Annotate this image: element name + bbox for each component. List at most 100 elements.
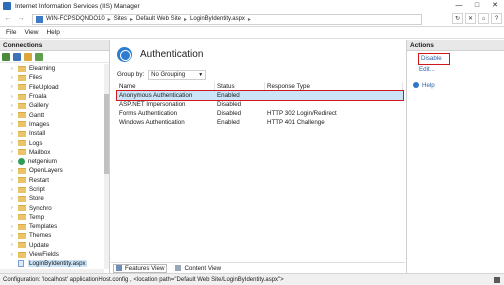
- chevron-right-icon: ▸: [247, 16, 251, 23]
- chevron-right-icon: ▸: [107, 16, 111, 23]
- folder-icon: [18, 65, 26, 72]
- feature-pane: Authentication Group by: No Grouping ▼ N…: [111, 40, 405, 273]
- tree-item[interactable]: › Gallery: [0, 101, 104, 110]
- minimize-button[interactable]: —: [450, 0, 468, 12]
- col-status[interactable]: Status: [215, 82, 265, 90]
- edit-action[interactable]: Edit...: [407, 64, 504, 74]
- chevron-right-icon[interactable]: ›: [11, 177, 16, 183]
- cell-status: Enabled: [217, 119, 240, 126]
- table-row[interactable]: Anonymous Authentication Enabled: [116, 90, 404, 101]
- chevron-right-icon[interactable]: ›: [11, 94, 16, 100]
- tree-item[interactable]: › Elearning: [0, 64, 104, 73]
- breadcrumb[interactable]: WIN-FCPSDQNDO10 ▸ Sites ▸ Default Web Si…: [32, 13, 422, 25]
- group-by-bar: Group by: No Grouping ▼: [111, 68, 405, 81]
- tree-item[interactable]: › Themes: [0, 231, 104, 240]
- tree-item-label: Images: [29, 120, 50, 128]
- address-tools: ↻ ✕ ⌂ ?: [450, 13, 502, 24]
- tree-item[interactable]: › FileUpload: [0, 83, 104, 92]
- tree-item[interactable]: › ViewFields: [0, 250, 104, 259]
- tree-item[interactable]: › Script: [0, 185, 104, 194]
- menu-help[interactable]: Help: [46, 29, 59, 36]
- close-button[interactable]: ✕: [486, 0, 504, 12]
- crumb-page[interactable]: LoginByIdentity.aspx: [190, 16, 245, 22]
- chevron-right-icon[interactable]: ›: [11, 252, 16, 258]
- menu-view[interactable]: View: [24, 29, 38, 36]
- tree-item[interactable]: › Install: [0, 129, 104, 138]
- tree-item[interactable]: › Images: [0, 120, 104, 129]
- connect-icon[interactable]: [2, 52, 10, 61]
- col-response-type[interactable]: Response Type: [265, 82, 403, 90]
- chevron-right-icon[interactable]: ›: [11, 159, 16, 165]
- tree-item[interactable]: › Froala: [0, 92, 104, 101]
- chevron-right-icon[interactable]: ›: [11, 187, 16, 193]
- table-row[interactable]: Forms Authentication Disabled HTTP 302 Log…: [117, 109, 403, 118]
- chevron-right-icon[interactable]: ›: [11, 168, 16, 174]
- table-row[interactable]: ASP.NET Impersonation Disabled: [117, 100, 403, 109]
- tree-item[interactable]: › netgenium: [0, 157, 104, 166]
- folder-icon: [18, 84, 26, 91]
- chevron-right-icon[interactable]: ›: [11, 242, 16, 248]
- tree-item-label: Restart: [29, 176, 49, 184]
- chevron-right-icon[interactable]: ›: [11, 112, 16, 118]
- folder-icon: [18, 223, 26, 230]
- forward-button[interactable]: →: [16, 14, 26, 24]
- chevron-right-icon[interactable]: ›: [11, 205, 16, 211]
- tree-item[interactable]: LoginByIdentity.aspx: [0, 259, 104, 268]
- chevron-right-icon[interactable]: ›: [11, 196, 16, 202]
- chevron-right-icon[interactable]: ›: [11, 75, 16, 81]
- up-icon[interactable]: [24, 52, 32, 61]
- tree-item[interactable]: › OpenLayers: [0, 166, 104, 175]
- chevron-right-icon[interactable]: ›: [11, 131, 16, 137]
- tree-item[interactable]: › Logs: [0, 138, 104, 147]
- tree-item[interactable]: › Restart: [0, 176, 104, 185]
- chevron-right-icon[interactable]: ›: [11, 214, 16, 220]
- window-controls: — □ ✕: [450, 0, 504, 12]
- chevron-right-icon[interactable]: ›: [11, 233, 16, 239]
- disable-action[interactable]: Disable: [418, 53, 450, 65]
- tree-item[interactable]: › Mailbox: [0, 148, 104, 157]
- help-icon[interactable]: ?: [491, 13, 502, 24]
- tree-item[interactable]: › Temp: [0, 213, 104, 222]
- folder-icon: [18, 74, 26, 81]
- back-button[interactable]: ←: [3, 14, 13, 24]
- tree-item[interactable]: › Gantt: [0, 110, 104, 119]
- stop-icon[interactable]: ✕: [465, 13, 476, 24]
- chevron-right-icon[interactable]: ›: [11, 84, 16, 90]
- folder-icon: [18, 186, 26, 193]
- tree-item[interactable]: › Templates: [0, 222, 104, 231]
- save-icon[interactable]: [13, 52, 21, 61]
- crumb-site[interactable]: Default Web Site: [136, 16, 181, 22]
- chevron-right-icon[interactable]: ›: [11, 121, 16, 127]
- tree-item[interactable]: › Files: [0, 73, 104, 82]
- chevron-right-icon[interactable]: ›: [11, 140, 16, 146]
- tree-item[interactable]: › Store: [0, 194, 104, 203]
- group-by-select[interactable]: No Grouping ▼: [148, 69, 207, 80]
- grid-header: Name Status Response Type: [117, 82, 403, 91]
- help-action[interactable]: Help: [407, 80, 504, 90]
- col-name[interactable]: Name: [117, 82, 215, 90]
- home-icon[interactable]: ⌂: [478, 13, 489, 24]
- maximize-button[interactable]: □: [468, 0, 486, 12]
- network-icon: [494, 277, 500, 283]
- chevron-right-icon[interactable]: ›: [11, 103, 16, 109]
- tree-item[interactable]: › Synchro: [0, 203, 104, 212]
- window-title: Internet Information Services (IIS) Mana…: [15, 2, 140, 10]
- tree-item[interactable]: › Update: [0, 241, 104, 250]
- chevron-right-icon[interactable]: ›: [11, 66, 16, 72]
- tab-features-view[interactable]: Features View: [113, 263, 168, 273]
- connect-server-icon[interactable]: [35, 52, 43, 61]
- menu-file[interactable]: File: [6, 29, 16, 36]
- scroll-thumb[interactable]: [104, 94, 109, 174]
- tab-content-view[interactable]: Content View: [173, 264, 223, 273]
- features-view-icon: [116, 265, 122, 271]
- chevron-down-icon: ▼: [198, 71, 204, 78]
- tree-item-label: Temp: [29, 213, 45, 221]
- chevron-right-icon[interactable]: ›: [11, 224, 16, 230]
- crumb-sites[interactable]: Sites: [114, 16, 127, 22]
- refresh-icon[interactable]: ↻: [452, 13, 463, 24]
- tree-item-label: Logs: [29, 139, 43, 147]
- crumb-server[interactable]: WIN-FCPSDQNDO10: [46, 16, 105, 22]
- tree-vertical-scrollbar[interactable]: [104, 64, 109, 269]
- table-row[interactable]: Windows Authentication Enabled HTTP 401 Ch…: [117, 118, 403, 127]
- chevron-right-icon[interactable]: ›: [11, 149, 16, 155]
